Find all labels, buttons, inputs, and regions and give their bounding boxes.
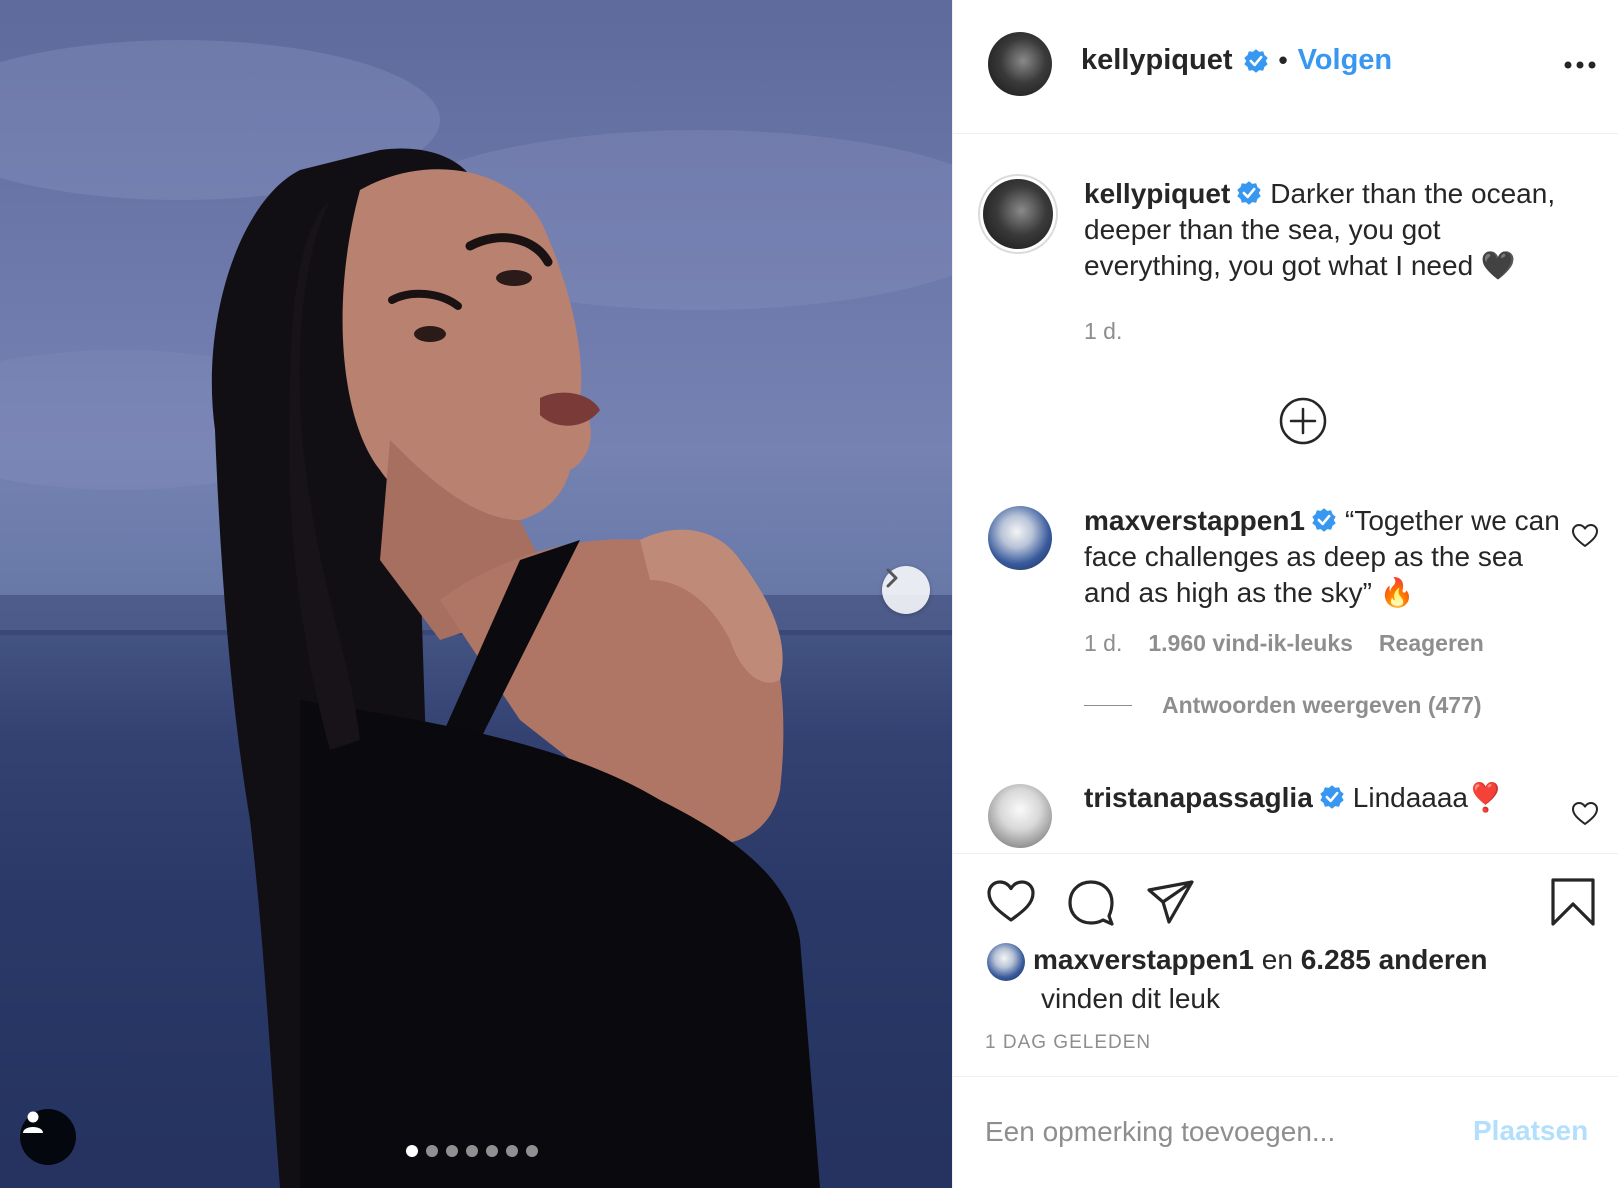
user-icon [23,1111,43,1133]
post-header: kellypiquet • Volgen [953,0,1618,134]
carousel-dot [426,1145,438,1157]
separator-dot: • [1278,45,1288,75]
more-dots-icon [1564,61,1596,69]
carousel-dot [446,1145,458,1157]
like-comment-heart-icon[interactable] [1571,522,1599,550]
like-heart-icon[interactable] [985,876,1037,928]
carousel-dot [486,1145,498,1157]
comments-list[interactable]: kellypiquet Darker than the ocean, deepe… [953,134,1618,854]
comment-time: 1 d. [1084,630,1123,656]
comment-text-block: maxverstappen1 “Together we can face cha… [1084,503,1569,611]
like-comment-heart-icon[interactable] [1571,800,1599,828]
comment-username[interactable]: maxverstappen1 [1084,505,1305,536]
post-details-panel: kellypiquet • Volgen kellypiquet Darker … [952,0,1618,1188]
author-avatar[interactable] [988,32,1052,96]
post-actions: maxverstappen1 en 6.285 anderen vinden d… [953,856,1618,1076]
caption-username[interactable]: kellypiquet [1084,178,1230,209]
carousel-indicator [406,1145,538,1157]
replies-divider [1084,705,1132,706]
view-replies-label: Antwoorden weergeven (477) [1162,692,1482,718]
reply-button[interactable]: Reageren [1379,630,1484,657]
post-comment-button[interactable]: Plaatsen [1473,1115,1588,1147]
post-timestamp: 1 DAG GELEDEN [985,1032,1152,1053]
likes-summary[interactable]: maxverstappen1 en 6.285 anderen vinden d… [987,942,1587,1017]
comment-bubble-icon[interactable] [1065,876,1117,928]
comment-text: Lindaaaa❣️ [1352,782,1503,813]
photo-illustration [0,40,952,1188]
likes-suffix: vinden dit leuk [1041,982,1221,1014]
comment-text-block: tristanapassaglia Lindaaaa❣️ [1084,780,1569,816]
likes-connector: en [1254,944,1301,975]
verified-badge-icon [1243,48,1268,73]
liker-username[interactable]: maxverstappen1 [1033,944,1254,975]
comment-likes[interactable]: 1.960 vind-ik-leuks [1148,630,1353,657]
liker-avatar [987,942,1025,981]
caption-meta: 1 d. [1084,318,1122,345]
share-send-icon[interactable] [1145,876,1197,928]
chevron-right-icon [886,568,898,588]
author-username[interactable]: kellypiquet [1081,44,1233,77]
carousel-dot [466,1145,478,1157]
verified-badge-icon [1312,507,1336,532]
carousel-dot [526,1145,538,1157]
commenter-avatar[interactable] [988,506,1052,570]
tagged-users-button[interactable] [20,1109,76,1165]
verified-badge-icon [1237,180,1261,205]
commenter-avatar[interactable] [988,784,1052,848]
comment-input[interactable] [985,1107,1445,1157]
carousel-dot [406,1145,418,1157]
load-more-comments-icon[interactable] [1278,396,1328,446]
post-photo[interactable] [0,0,952,1188]
comment-username[interactable]: tristanapassaglia [1084,782,1313,813]
view-replies-button[interactable]: Antwoorden weergeven (477) [1084,692,1482,719]
likes-others-count[interactable]: 6.285 anderen [1301,944,1488,975]
more-options-button[interactable] [1560,48,1600,82]
carousel-dot [506,1145,518,1157]
caption-text-block: kellypiquet Darker than the ocean, deepe… [1084,176,1569,284]
caption-author-avatar[interactable] [983,179,1053,249]
follow-button[interactable]: Volgen [1298,44,1393,77]
caption-time: 1 d. [1084,318,1123,344]
comment-meta: 1 d. 1.960 vind-ik-leuks Reageren [1084,630,1484,657]
next-slide-button[interactable] [882,566,930,614]
save-bookmark-icon[interactable] [1547,876,1599,928]
verified-badge-icon [1320,784,1344,809]
add-comment-bar: Plaatsen [953,1076,1618,1188]
